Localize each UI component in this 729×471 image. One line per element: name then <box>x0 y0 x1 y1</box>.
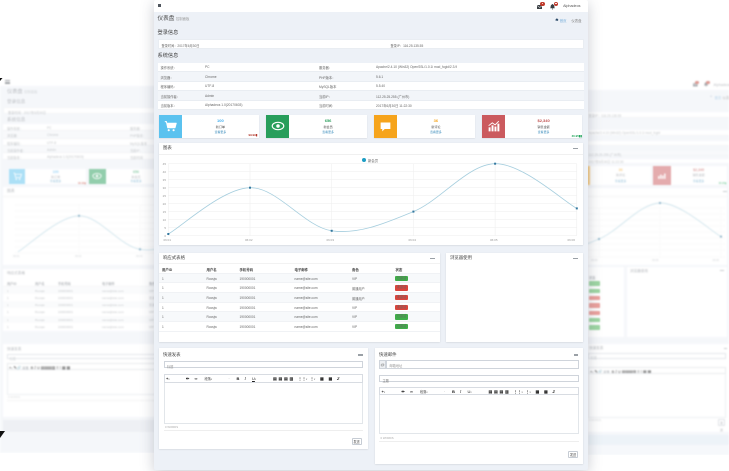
svg-text:20: 20 <box>162 202 166 206</box>
svg-text:10: 10 <box>162 217 166 221</box>
svg-text:40: 40 <box>162 170 166 174</box>
svg-text:45: 45 <box>162 162 166 166</box>
svg-text:15: 15 <box>162 209 166 213</box>
svg-text:25: 25 <box>162 194 166 198</box>
svg-text:30: 30 <box>162 186 166 190</box>
svg-text:35: 35 <box>162 178 166 182</box>
svg-text:0: 0 <box>164 233 166 236</box>
svg-text:5: 5 <box>164 225 166 229</box>
